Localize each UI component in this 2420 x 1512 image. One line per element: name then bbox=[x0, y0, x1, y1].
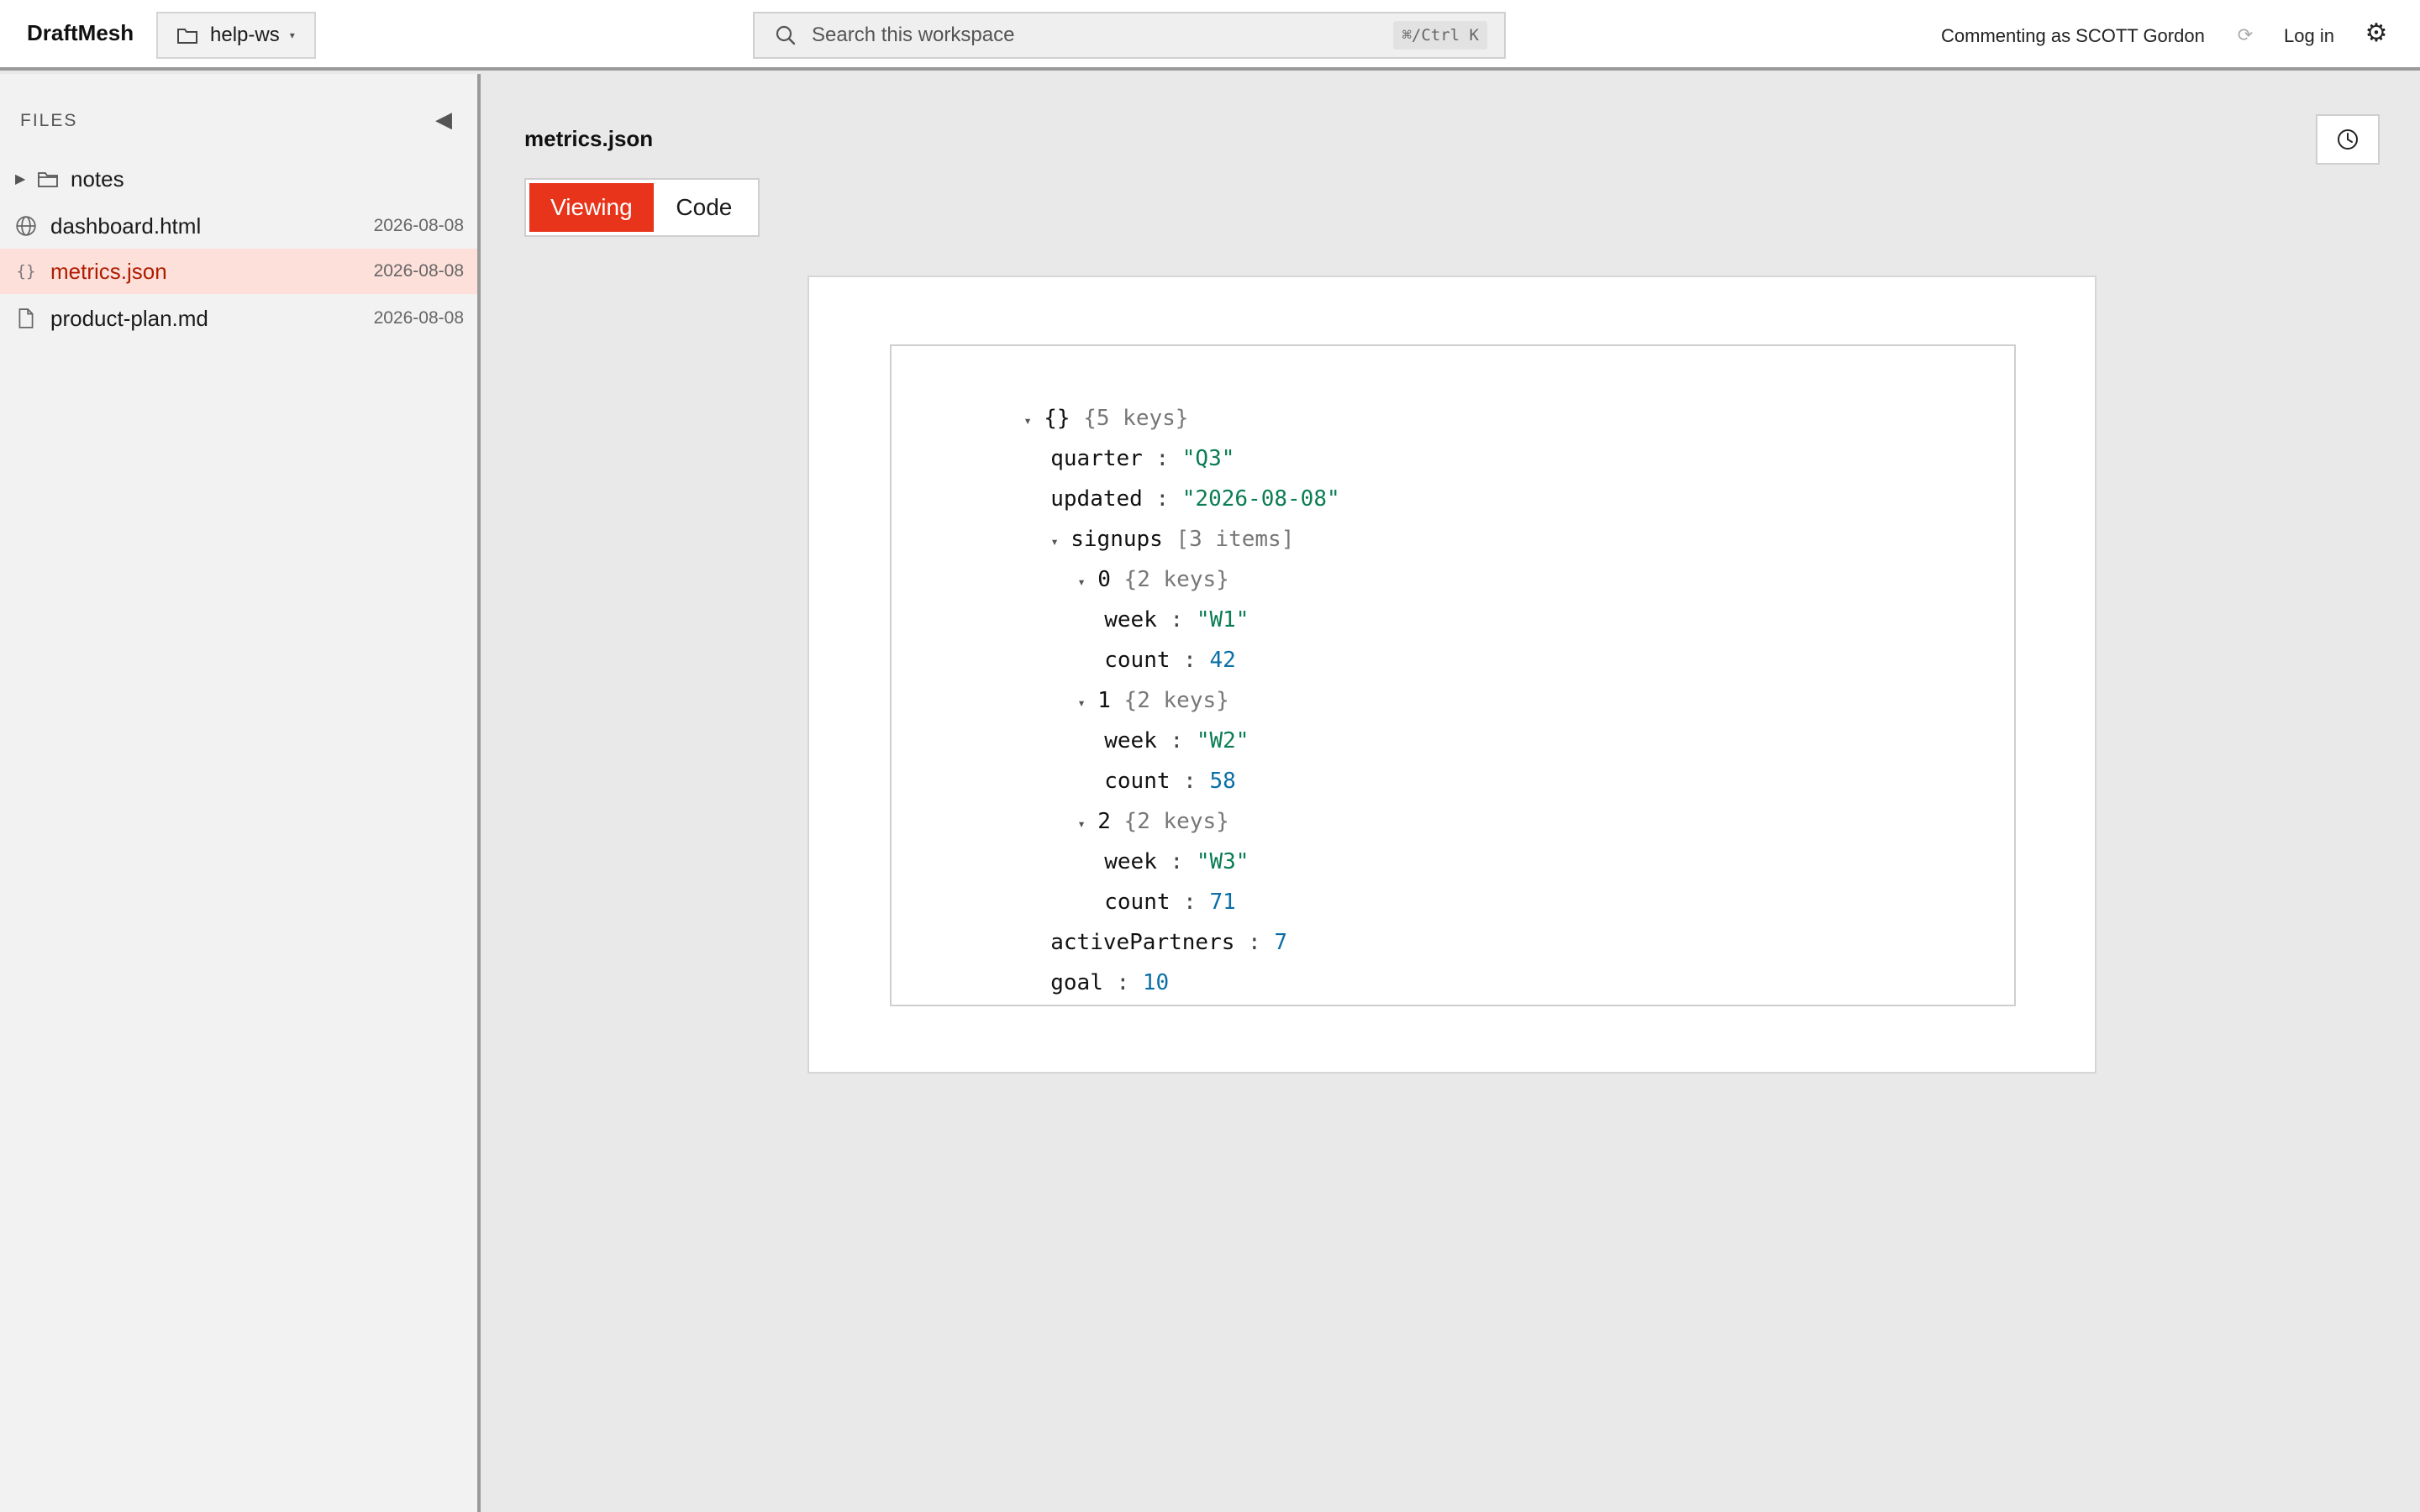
tree-item-dashboard-html[interactable]: dashboard.html 2026-08-08 bbox=[0, 203, 477, 249]
json-node-signups-0[interactable]: ▾ 0 {2 keys} bbox=[972, 519, 1229, 592]
expand-arrow-icon[interactable]: ▶ bbox=[15, 171, 27, 187]
search-input[interactable] bbox=[812, 24, 1394, 47]
tree-item-metrics-json[interactable]: {} metrics.json 2026-08-08 bbox=[0, 249, 477, 294]
tree-item-label: dashboard.html bbox=[50, 213, 202, 239]
tree-item-date: 2026-08-08 bbox=[373, 216, 464, 235]
json-entry-quarter: quarter : "Q3" bbox=[1050, 446, 1235, 471]
sidebar-title: FILES bbox=[20, 111, 78, 130]
tree-item-label: metrics.json bbox=[50, 258, 167, 284]
workspace-name: help-ws bbox=[210, 24, 280, 46]
search-icon bbox=[776, 25, 796, 45]
braces-icon: {} bbox=[16, 262, 36, 281]
view-mode-toggle: Viewing Code bbox=[524, 178, 760, 237]
clock-icon bbox=[2338, 129, 2358, 150]
document-canvas: ▾{} {5 keys} quarter : "Q3" updated : "2… bbox=[808, 276, 2096, 1074]
login-link[interactable]: Log in bbox=[2284, 25, 2334, 47]
file-icon bbox=[18, 308, 34, 328]
json-entry-week: week : "W1" bbox=[1104, 607, 1249, 633]
folder-icon bbox=[177, 29, 197, 44]
tree-item-date: 2026-08-08 bbox=[373, 261, 464, 281]
json-entry-count: count : 58 bbox=[1104, 769, 1236, 794]
json-entry-week: week : "W3" bbox=[1104, 849, 1249, 874]
main-content: metrics.json Viewing Code ▾{} {5 keys} q… bbox=[484, 74, 2420, 1512]
document-title: metrics.json bbox=[524, 126, 654, 151]
tree-item-date: 2026-08-08 bbox=[373, 308, 464, 328]
json-entry-week: week : "W2" bbox=[1104, 728, 1249, 753]
json-node-signups-2[interactable]: ▾ 2 {2 keys} bbox=[972, 761, 1229, 834]
folder-icon bbox=[38, 172, 58, 187]
json-entry-count: count : 42 bbox=[1104, 648, 1236, 673]
json-entry-count: count : 71 bbox=[1104, 890, 1236, 915]
tree-item-notes[interactable]: ▶ notes bbox=[0, 156, 477, 202]
tree-item-product-plan-md[interactable]: product-plan.md 2026-08-08 bbox=[0, 296, 477, 341]
commenting-as-label: Commenting as SCOTT Gordon bbox=[1941, 25, 2205, 46]
viewing-mode-button[interactable]: Viewing bbox=[529, 183, 654, 232]
tree-item-label: notes bbox=[71, 165, 124, 192]
gear-icon[interactable]: ⚙ bbox=[2363, 20, 2390, 47]
top-bar: DraftMesh help-ws ▾ ⌘/Ctrl K Commenting … bbox=[0, 0, 2420, 71]
globe-icon bbox=[16, 216, 36, 236]
tree-item-label: product-plan.md bbox=[50, 305, 208, 331]
json-entry-active-partners: activePartners : 7 bbox=[1050, 930, 1288, 955]
json-root-node[interactable]: ▾{} {5 keys} bbox=[918, 358, 1188, 431]
json-node-signups[interactable]: ▾ signups [3 items] bbox=[945, 479, 1294, 552]
search-shortcut-hint: ⌘/Ctrl K bbox=[1393, 21, 1487, 50]
search-bar[interactable]: ⌘/Ctrl K bbox=[753, 12, 1506, 59]
json-tree-viewer: ▾{} {5 keys} quarter : "Q3" updated : "2… bbox=[890, 344, 2016, 1006]
json-entry-goal: goal : 10 bbox=[1050, 970, 1170, 995]
chevron-down-icon: ▾ bbox=[289, 29, 295, 41]
workspace-picker[interactable]: help-ws ▾ bbox=[156, 12, 316, 59]
json-node-signups-1[interactable]: ▾ 1 {2 keys} bbox=[972, 640, 1229, 713]
collapse-sidebar-icon[interactable]: ◀ bbox=[430, 106, 457, 133]
file-sidebar: FILES ◀ ▶ notes dashboard.html 2026-08-0… bbox=[0, 74, 481, 1512]
brand-logo[interactable]: DraftMesh bbox=[27, 20, 134, 46]
code-mode-button[interactable]: Code bbox=[654, 183, 755, 232]
history-button[interactable] bbox=[2316, 114, 2380, 165]
json-entry-updated: updated : "2026-08-08" bbox=[1050, 486, 1340, 512]
sync-icon: ⟳ bbox=[2237, 24, 2254, 45]
